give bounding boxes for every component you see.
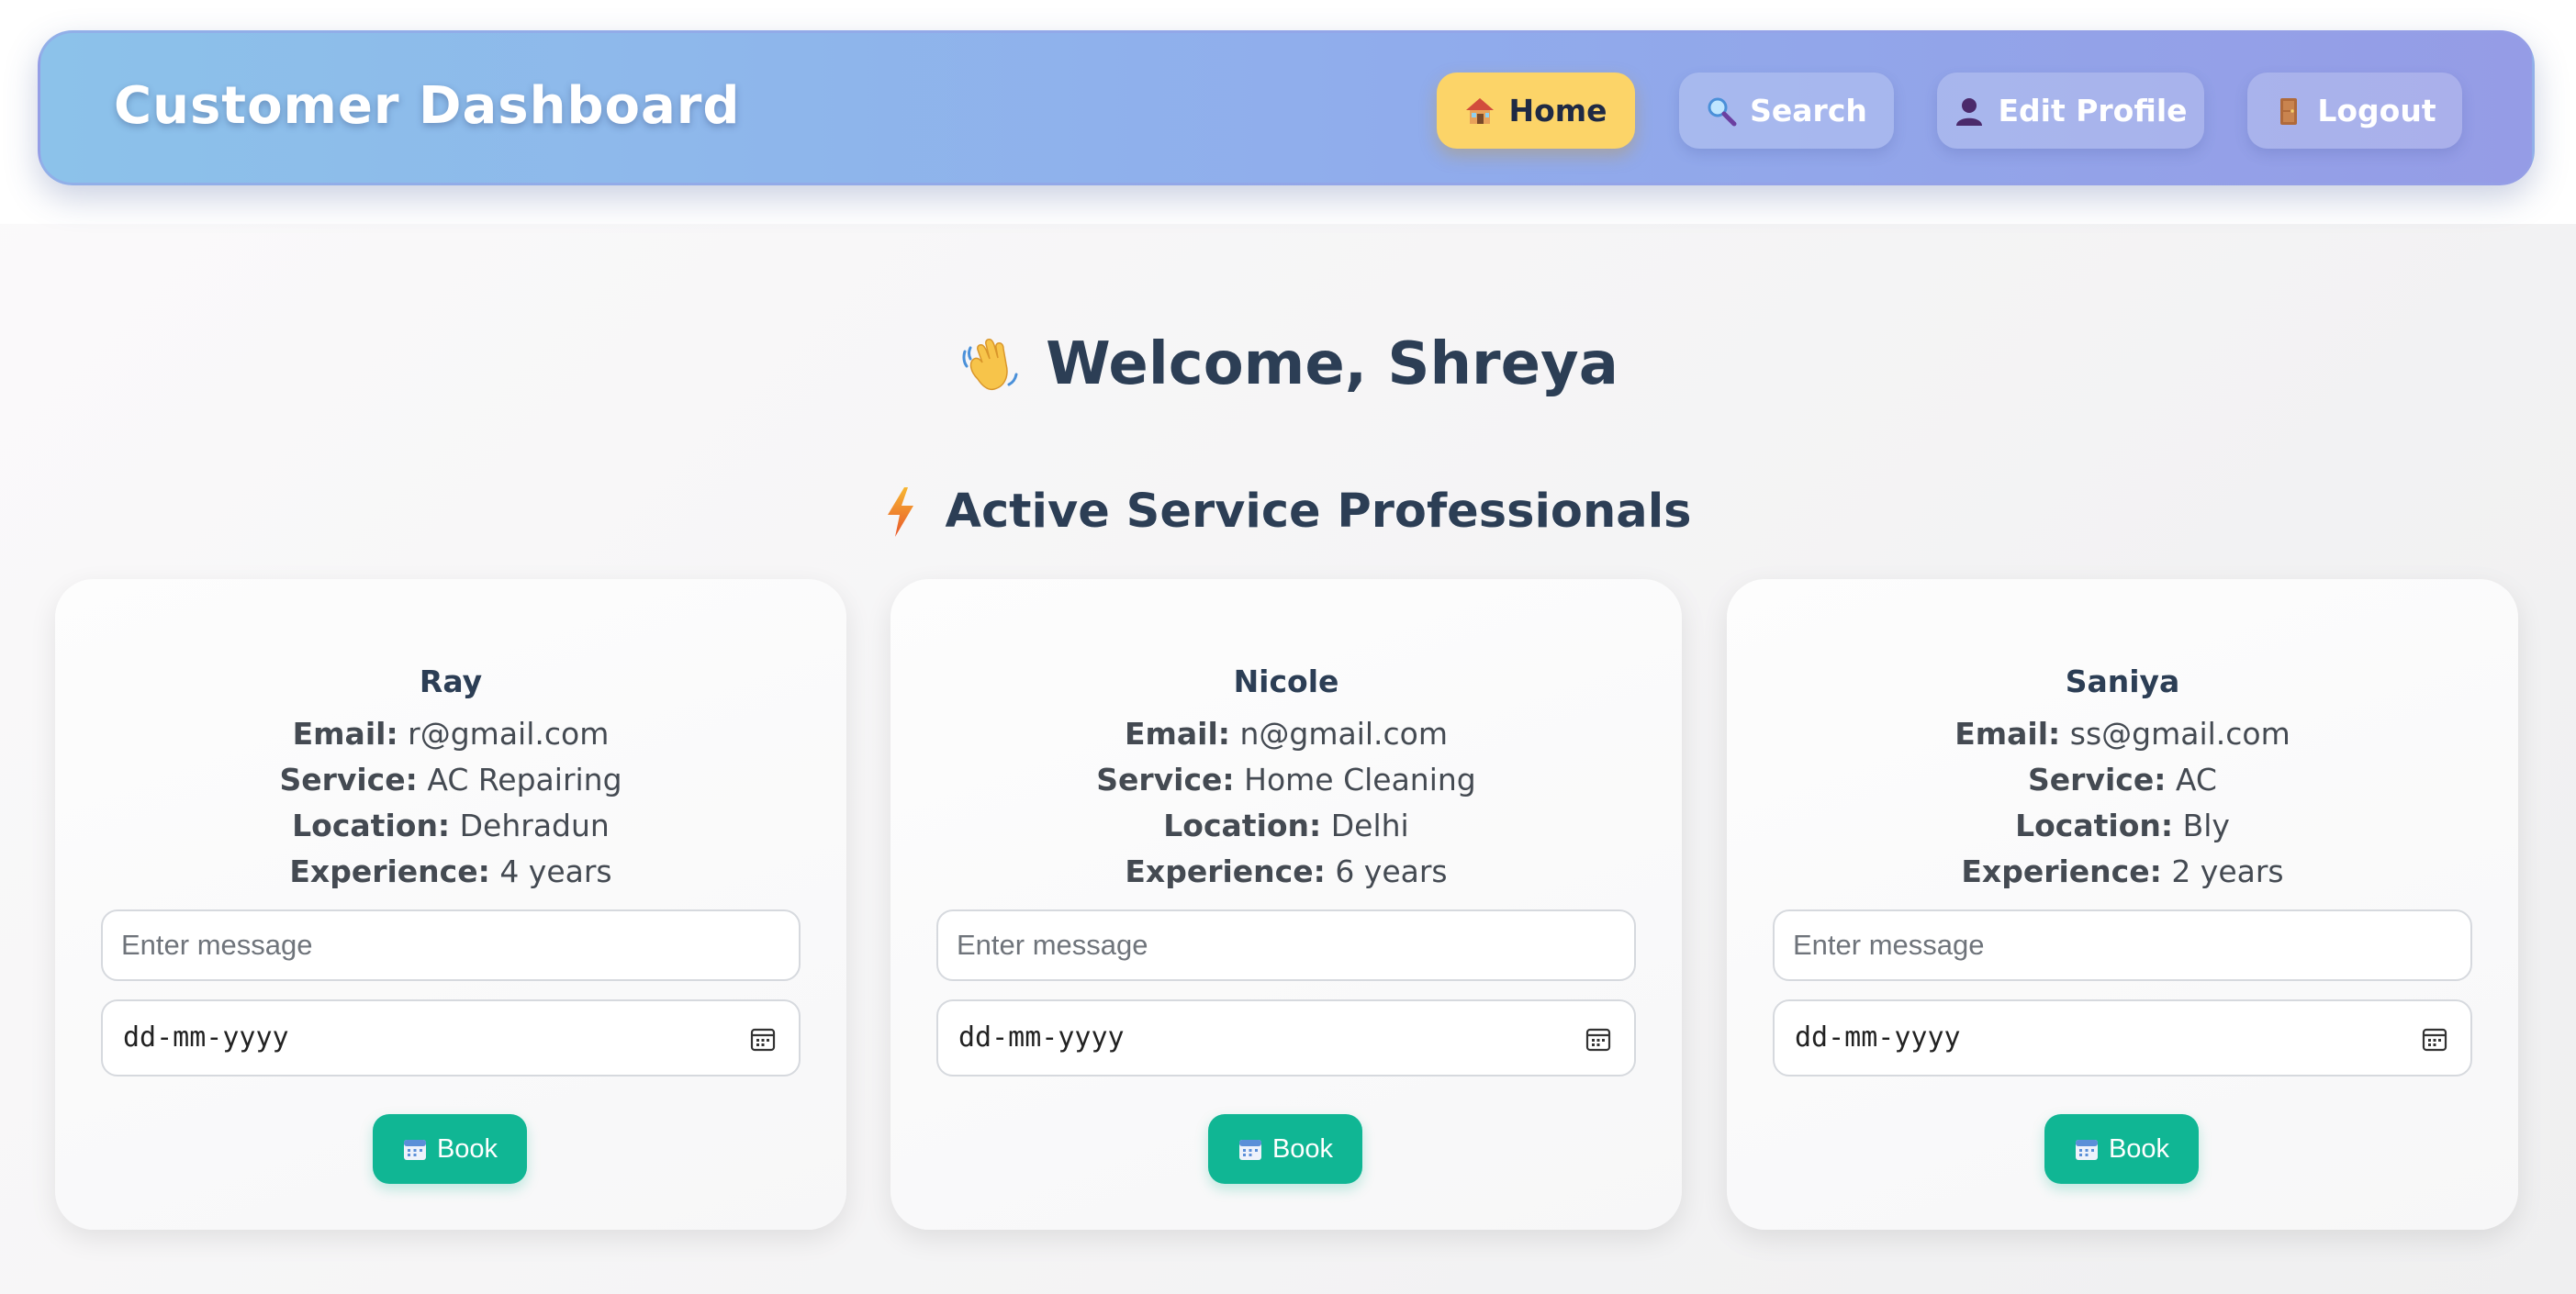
date-input[interactable]: dd-mm-yyyy: [1773, 999, 2472, 1076]
experience-value: 2 years: [2171, 853, 2284, 889]
date-input[interactable]: dd-mm-yyyy: [101, 999, 801, 1076]
section-title-text: Active Service Professionals: [945, 485, 1692, 539]
brand-title: Customer Dashboard: [114, 76, 741, 136]
email-value: r@gmail.com: [408, 716, 610, 752]
service-value: AC: [2175, 762, 2217, 798]
professional-location: Location: Bly: [1727, 808, 2518, 843]
nav-search-label: Search: [1750, 93, 1867, 128]
nav-logout-button[interactable]: Logout: [2247, 73, 2462, 149]
magnifier-icon: [1706, 95, 1737, 127]
book-button-label: Book: [436, 1133, 498, 1164]
book-button[interactable]: Book: [373, 1114, 527, 1184]
door-icon: [2273, 95, 2304, 127]
professional-experience: Experience: 2 years: [1727, 853, 2518, 889]
lightning-icon: [888, 486, 914, 537]
professional-card: Ray Email: r@gmail.com Service: AC Repai…: [55, 579, 846, 1230]
professional-name: Ray: [419, 664, 483, 699]
service-value: AC Repairing: [427, 762, 622, 798]
professional-card: Nicole Email: n@gmail.com Service: Home …: [890, 579, 1682, 1230]
calendar-icon: [403, 1140, 426, 1160]
experience-value: 6 years: [1335, 853, 1448, 889]
date-input[interactable]: dd-mm-yyyy: [936, 999, 1636, 1076]
email-label: Email:: [1124, 716, 1230, 752]
professional-experience: Experience: 4 years: [55, 853, 846, 889]
welcome-text: Welcome, Shreya: [1046, 330, 1618, 398]
house-icon: [1464, 95, 1495, 127]
experience-label: Experience:: [289, 853, 490, 889]
location-label: Location:: [1163, 808, 1322, 843]
professional-email: Email: ss@gmail.com: [1727, 716, 2518, 752]
professional-name: Saniya: [2065, 664, 2180, 699]
calendar-icon[interactable]: [2421, 1025, 2448, 1053]
professional-email: Email: r@gmail.com: [55, 716, 846, 752]
book-button-label: Book: [2108, 1133, 2170, 1164]
calendar-icon: [1238, 1140, 1261, 1160]
professional-service: Service: AC: [1727, 762, 2518, 798]
professional-card: Saniya Email: ss@gmail.com Service: AC L…: [1727, 579, 2518, 1230]
navbar: Customer Dashboard Home Search Edit Prof…: [38, 30, 2535, 185]
experience-label: Experience:: [1961, 853, 2162, 889]
date-placeholder: dd-mm-yyyy: [958, 1021, 1125, 1054]
location-value: Dehradun: [459, 808, 610, 843]
nav-home-button[interactable]: Home: [1437, 73, 1635, 149]
email-label: Email:: [1954, 716, 2061, 752]
calendar-icon[interactable]: [749, 1025, 777, 1053]
service-label: Service:: [2028, 762, 2167, 798]
professional-name: Nicole: [1233, 664, 1339, 699]
location-label: Location:: [2015, 808, 2174, 843]
book-button-label: Book: [1271, 1133, 1334, 1164]
nav-logout-label: Logout: [2317, 93, 2436, 128]
location-value: Delhi: [1330, 808, 1409, 843]
person-icon: [1954, 95, 1985, 127]
welcome-heading: Welcome, Shreya: [0, 330, 2576, 398]
professional-location: Location: Dehradun: [55, 808, 846, 843]
email-value: n@gmail.com: [1239, 716, 1449, 752]
calendar-icon: [2075, 1140, 2098, 1160]
service-label: Service:: [1096, 762, 1235, 798]
nav-home-label: Home: [1508, 93, 1607, 128]
nav-search-button[interactable]: Search: [1679, 73, 1894, 149]
location-value: Bly: [2182, 808, 2230, 843]
professional-experience: Experience: 6 years: [890, 853, 1682, 889]
message-input[interactable]: [101, 909, 801, 981]
waving-hand-icon: [962, 339, 1018, 391]
experience-value: 4 years: [499, 853, 612, 889]
professional-location: Location: Delhi: [890, 808, 1682, 843]
message-input[interactable]: [936, 909, 1636, 981]
email-value: ss@gmail.com: [2069, 716, 2290, 752]
professional-service: Service: Home Cleaning: [890, 762, 1682, 798]
professional-email: Email: n@gmail.com: [890, 716, 1682, 752]
professional-service: Service: AC Repairing: [55, 762, 846, 798]
book-button[interactable]: Book: [1208, 1114, 1362, 1184]
email-label: Email:: [292, 716, 398, 752]
nav-edit-profile-button[interactable]: Edit Profile: [1937, 73, 2204, 149]
date-placeholder: dd-mm-yyyy: [1795, 1021, 1961, 1054]
service-label: Service:: [279, 762, 418, 798]
service-value: Home Cleaning: [1244, 762, 1476, 798]
book-button[interactable]: Book: [2044, 1114, 2199, 1184]
calendar-icon[interactable]: [1585, 1025, 1612, 1053]
date-placeholder: dd-mm-yyyy: [123, 1021, 289, 1054]
location-label: Location:: [292, 808, 451, 843]
section-title: Active Service Professionals: [0, 485, 2576, 539]
message-input[interactable]: [1773, 909, 2472, 981]
experience-label: Experience:: [1125, 853, 1326, 889]
nav-edit-profile-label: Edit Profile: [1998, 93, 2188, 128]
